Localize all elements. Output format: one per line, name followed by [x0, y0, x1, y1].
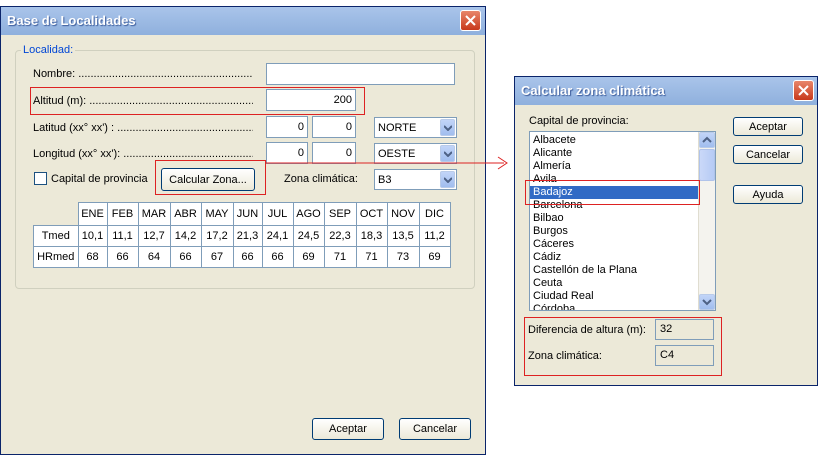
dialog-cancelar-button[interactable]: Cancelar — [733, 145, 803, 164]
hrmed-cell[interactable]: 69 — [418, 246, 451, 268]
dialog-aceptar-button[interactable]: Aceptar — [733, 117, 803, 136]
badajoz-highlight — [525, 180, 700, 205]
nombre-field[interactable] — [266, 63, 455, 85]
tmed-cell[interactable]: 18,3 — [355, 225, 388, 247]
hrmed-cell[interactable]: 66 — [106, 246, 139, 268]
cancelar-button[interactable]: Cancelar — [399, 418, 471, 440]
tmed-cell[interactable]: 11,1 — [106, 225, 139, 247]
latitud-direction-select[interactable]: NORTE — [374, 117, 457, 138]
chevron-down-icon[interactable] — [440, 119, 455, 136]
close-icon — [798, 85, 809, 96]
capital-list-label: Capital de provincia: — [529, 115, 629, 127]
month-header: JUL — [261, 202, 294, 226]
latitud-degrees-field[interactable]: 0 — [266, 116, 308, 138]
list-item[interactable]: Ceuta — [530, 277, 699, 290]
chevron-up-icon — [702, 136, 712, 143]
hrmed-row: HRmed 68 66 64 66 67 66 66 69 71 71 73 69 — [33, 246, 451, 268]
altitud-highlight — [30, 87, 365, 115]
hrmed-cell[interactable]: 64 — [137, 246, 171, 268]
tmed-cell[interactable]: 24,5 — [292, 225, 325, 247]
longitud-label: Longitud (xx° xx'): ....................… — [33, 148, 253, 160]
month-header: OCT — [355, 202, 388, 226]
dialog-title-bar[interactable]: Calcular zona climática — [515, 77, 817, 105]
connector-arrow — [265, 156, 508, 170]
latitud-label: Latitud (xx° xx') : ....................… — [33, 122, 253, 134]
scroll-thumb[interactable] — [699, 149, 715, 181]
list-item[interactable]: Ciudad Real — [530, 290, 699, 303]
hrmed-cell[interactable]: 67 — [200, 246, 234, 268]
diferencia-altura-field: 32 — [655, 319, 714, 340]
month-header: FEB — [106, 202, 139, 226]
tmed-cell[interactable]: 17,2 — [200, 225, 234, 247]
dialog-title: Calcular zona climática — [521, 83, 665, 98]
zona-climatica-value: B3 — [378, 174, 392, 186]
capital-list-items: Albacete Alicante Almería Avila Badajoz Barce… — [530, 134, 699, 310]
close-icon — [465, 15, 476, 26]
tmed-cell[interactable]: 22,3 — [323, 225, 357, 247]
month-header: SEP — [323, 202, 357, 226]
scroll-down-button[interactable] — [699, 294, 715, 310]
capital-checkbox[interactable] — [34, 172, 47, 185]
capital-label[interactable]: Capital de provincia — [51, 173, 148, 185]
hrmed-label: HRmed — [33, 246, 79, 268]
capital-listbox[interactable]: Albacete Alicante Almería Avila Badajoz Barce… — [529, 131, 716, 311]
month-header: AGO — [292, 202, 325, 226]
tmed-cell[interactable]: 21,3 — [232, 225, 263, 247]
tmed-cell[interactable]: 10,1 — [77, 225, 108, 247]
title-bar[interactable]: Base de Localidades — [1, 7, 485, 35]
tmed-cell[interactable]: 11,2 — [418, 225, 451, 247]
month-header: JUN — [232, 202, 263, 226]
hrmed-cell[interactable]: 71 — [355, 246, 388, 268]
list-item[interactable]: Cáceres — [530, 238, 699, 251]
hrmed-cell[interactable]: 66 — [232, 246, 263, 268]
group-label: Localidad: — [21, 44, 76, 56]
tmed-cell[interactable]: 14,2 — [169, 225, 202, 247]
list-item[interactable]: Alicante — [530, 147, 699, 160]
hrmed-cell[interactable]: 66 — [169, 246, 202, 268]
nombre-label: Nombre: ................................… — [33, 68, 253, 80]
climate-table: ENE FEB MAR ABR MAY JUN JUL AGO SEP OCT NOV DIC Tme… — [33, 202, 451, 268]
latitud-direction-value: NORTE — [378, 122, 417, 134]
window-title: Base de Localidades — [7, 13, 136, 28]
month-header: ENE — [77, 202, 108, 226]
dialog-zona-label: Zona climática: — [528, 350, 602, 362]
list-item[interactable]: Castellón de la Plana — [530, 264, 699, 277]
list-item[interactable]: Bilbao — [530, 212, 699, 225]
month-header: DIC — [418, 202, 451, 226]
hrmed-cell[interactable]: 71 — [323, 246, 357, 268]
base-localidades-window: Base de Localidades Localidad: Nombre: .… — [0, 6, 486, 455]
hrmed-cell[interactable]: 73 — [386, 246, 420, 268]
calcular-zona-dialog: Calcular zona climática Capital de provi… — [514, 76, 818, 386]
list-item[interactable]: Córdoba — [530, 303, 699, 310]
list-item[interactable]: Burgos — [530, 225, 699, 238]
list-item[interactable]: Cádiz — [530, 251, 699, 264]
list-item[interactable]: Albacete — [530, 134, 699, 147]
scroll-up-button[interactable] — [699, 132, 715, 148]
months-row: ENE FEB MAR ABR MAY JUN JUL AGO SEP OCT NOV DIC — [34, 202, 451, 226]
tmed-cell[interactable]: 13,5 — [386, 225, 420, 247]
close-button[interactable] — [460, 10, 481, 31]
list-item[interactable]: Almería — [530, 160, 699, 173]
latitud-minutes-field[interactable]: 0 — [312, 116, 356, 138]
month-header: NOV — [386, 202, 420, 226]
month-header: ABR — [169, 202, 202, 226]
hrmed-cell[interactable]: 68 — [77, 246, 108, 268]
dialog-close-button[interactable] — [793, 80, 814, 101]
calcular-zona-highlight — [155, 160, 266, 195]
month-header: MAY — [200, 202, 234, 226]
diferencia-altura-label: Diferencia de altura (m): — [528, 324, 646, 336]
chevron-down-icon — [702, 299, 712, 306]
tmed-cell[interactable]: 24,1 — [261, 225, 294, 247]
dialog-zona-field: C4 — [655, 345, 714, 366]
aceptar-button[interactable]: Aceptar — [312, 418, 384, 440]
month-header: MAR — [137, 202, 171, 226]
dialog-ayuda-button[interactable]: Ayuda — [733, 185, 803, 204]
listbox-scrollbar[interactable] — [698, 132, 715, 310]
tmed-row: Tmed 10,1 11,1 12,7 14,2 17,2 21,3 24,1 24,5 22,… — [33, 225, 451, 247]
hrmed-cell[interactable]: 69 — [292, 246, 325, 268]
hrmed-cell[interactable]: 66 — [261, 246, 294, 268]
tmed-label: Tmed — [33, 225, 79, 247]
tmed-cell[interactable]: 12,7 — [137, 225, 171, 247]
